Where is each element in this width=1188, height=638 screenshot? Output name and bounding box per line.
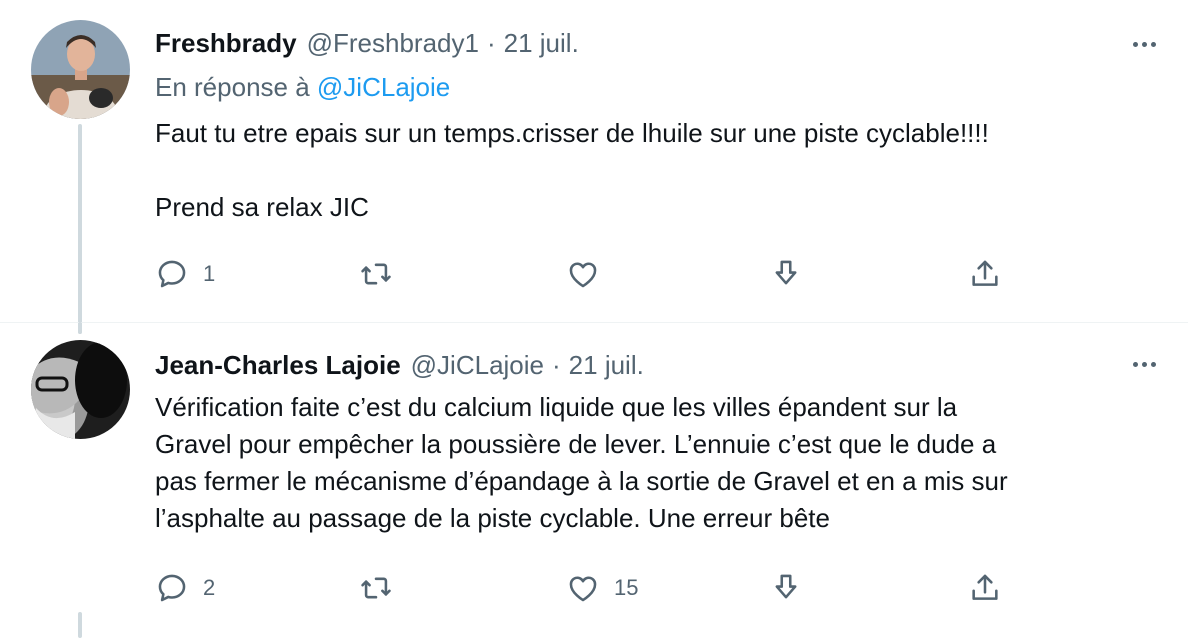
tweet-text-line: Gravel pour empêcher la poussière de lev…	[155, 429, 997, 459]
separator-dot: ·	[486, 28, 496, 58]
tweet-header: Freshbrady @Freshbrady1 · 21 juil.	[155, 26, 579, 60]
share-button[interactable]	[968, 254, 1002, 294]
timestamp[interactable]: 21 juil.	[569, 348, 644, 382]
thread-line	[78, 124, 82, 334]
avatar-photo-icon	[31, 340, 130, 439]
share-icon	[972, 574, 998, 600]
like-button[interactable]: 15	[566, 568, 638, 608]
more-icon[interactable]	[1126, 26, 1162, 62]
reply-icon	[158, 260, 186, 288]
tweet-actions: 1	[155, 254, 1015, 294]
avatar[interactable]	[31, 340, 130, 439]
like-count: 15	[614, 575, 639, 600]
tweet-text-line: Faut tu etre epais sur un temps.crisser …	[155, 118, 989, 148]
retweet-icon	[361, 577, 391, 599]
tweet-text-line: Prend sa relax JIC	[155, 192, 369, 222]
tweet-freshbrady[interactable]: Freshbrady @Freshbrady1 · 21 juil. En ré…	[0, 0, 1188, 334]
download-button[interactable]	[769, 254, 803, 294]
share-button[interactable]	[968, 568, 1002, 608]
display-name[interactable]: Freshbrady	[155, 26, 297, 60]
reply-count: 1	[203, 261, 216, 286]
reply-button[interactable]: 1	[155, 254, 215, 294]
reply-to-label: En réponse à	[155, 72, 310, 102]
thread-line	[78, 612, 82, 638]
more-icon[interactable]	[1126, 346, 1162, 382]
like-icon	[569, 576, 597, 602]
tweet-text: Faut tu etre epais sur un temps.crisser …	[155, 115, 1145, 226]
display-name[interactable]: Jean-Charles Lajoie	[155, 348, 401, 382]
reply-count: 2	[203, 575, 216, 600]
download-icon	[775, 260, 797, 285]
tweet-thread: Freshbrady @Freshbrady1 · 21 juil. En ré…	[0, 0, 1188, 638]
tweet-text-line: l’asphalte au passage de la piste cyclab…	[155, 503, 830, 533]
thread-line	[78, 322, 82, 334]
reply-button[interactable]: 2	[155, 568, 215, 608]
download-button[interactable]	[769, 568, 803, 608]
reply-to-mention[interactable]: @JiCLajoie	[317, 72, 450, 102]
user-handle[interactable]: @JiCLajoie	[411, 348, 544, 382]
tweet-jean-charles-lajoie[interactable]: Jean-Charles Lajoie @JiCLajoie · 21 juil…	[0, 322, 1188, 638]
avatar[interactable]	[31, 20, 130, 119]
retweet-button[interactable]	[359, 568, 407, 608]
tweet-text: Vérification faite c’est du calcium liqu…	[155, 389, 1145, 537]
avatar-photo-icon	[31, 20, 130, 119]
tweet-text-line: Vérification faite c’est du calcium liqu…	[155, 392, 958, 422]
tweet-actions: 2 15	[155, 568, 1015, 608]
reply-icon	[158, 574, 186, 602]
retweet-button[interactable]	[359, 254, 407, 294]
tweet-text-line: pas fermer le mécanisme d’épandage à la …	[155, 466, 1008, 496]
separator-dot: ·	[552, 350, 561, 380]
reply-context: En réponse à @JiCLajoie	[155, 70, 450, 104]
like-button[interactable]	[566, 254, 614, 294]
user-handle[interactable]: @Freshbrady1	[307, 26, 479, 60]
timestamp[interactable]: 21 juil.	[504, 26, 579, 60]
share-icon	[972, 260, 998, 286]
tweet-header: Jean-Charles Lajoie @JiCLajoie · 21 juil…	[155, 348, 644, 382]
retweet-icon	[361, 263, 391, 285]
download-icon	[775, 574, 797, 599]
like-icon	[569, 262, 597, 288]
